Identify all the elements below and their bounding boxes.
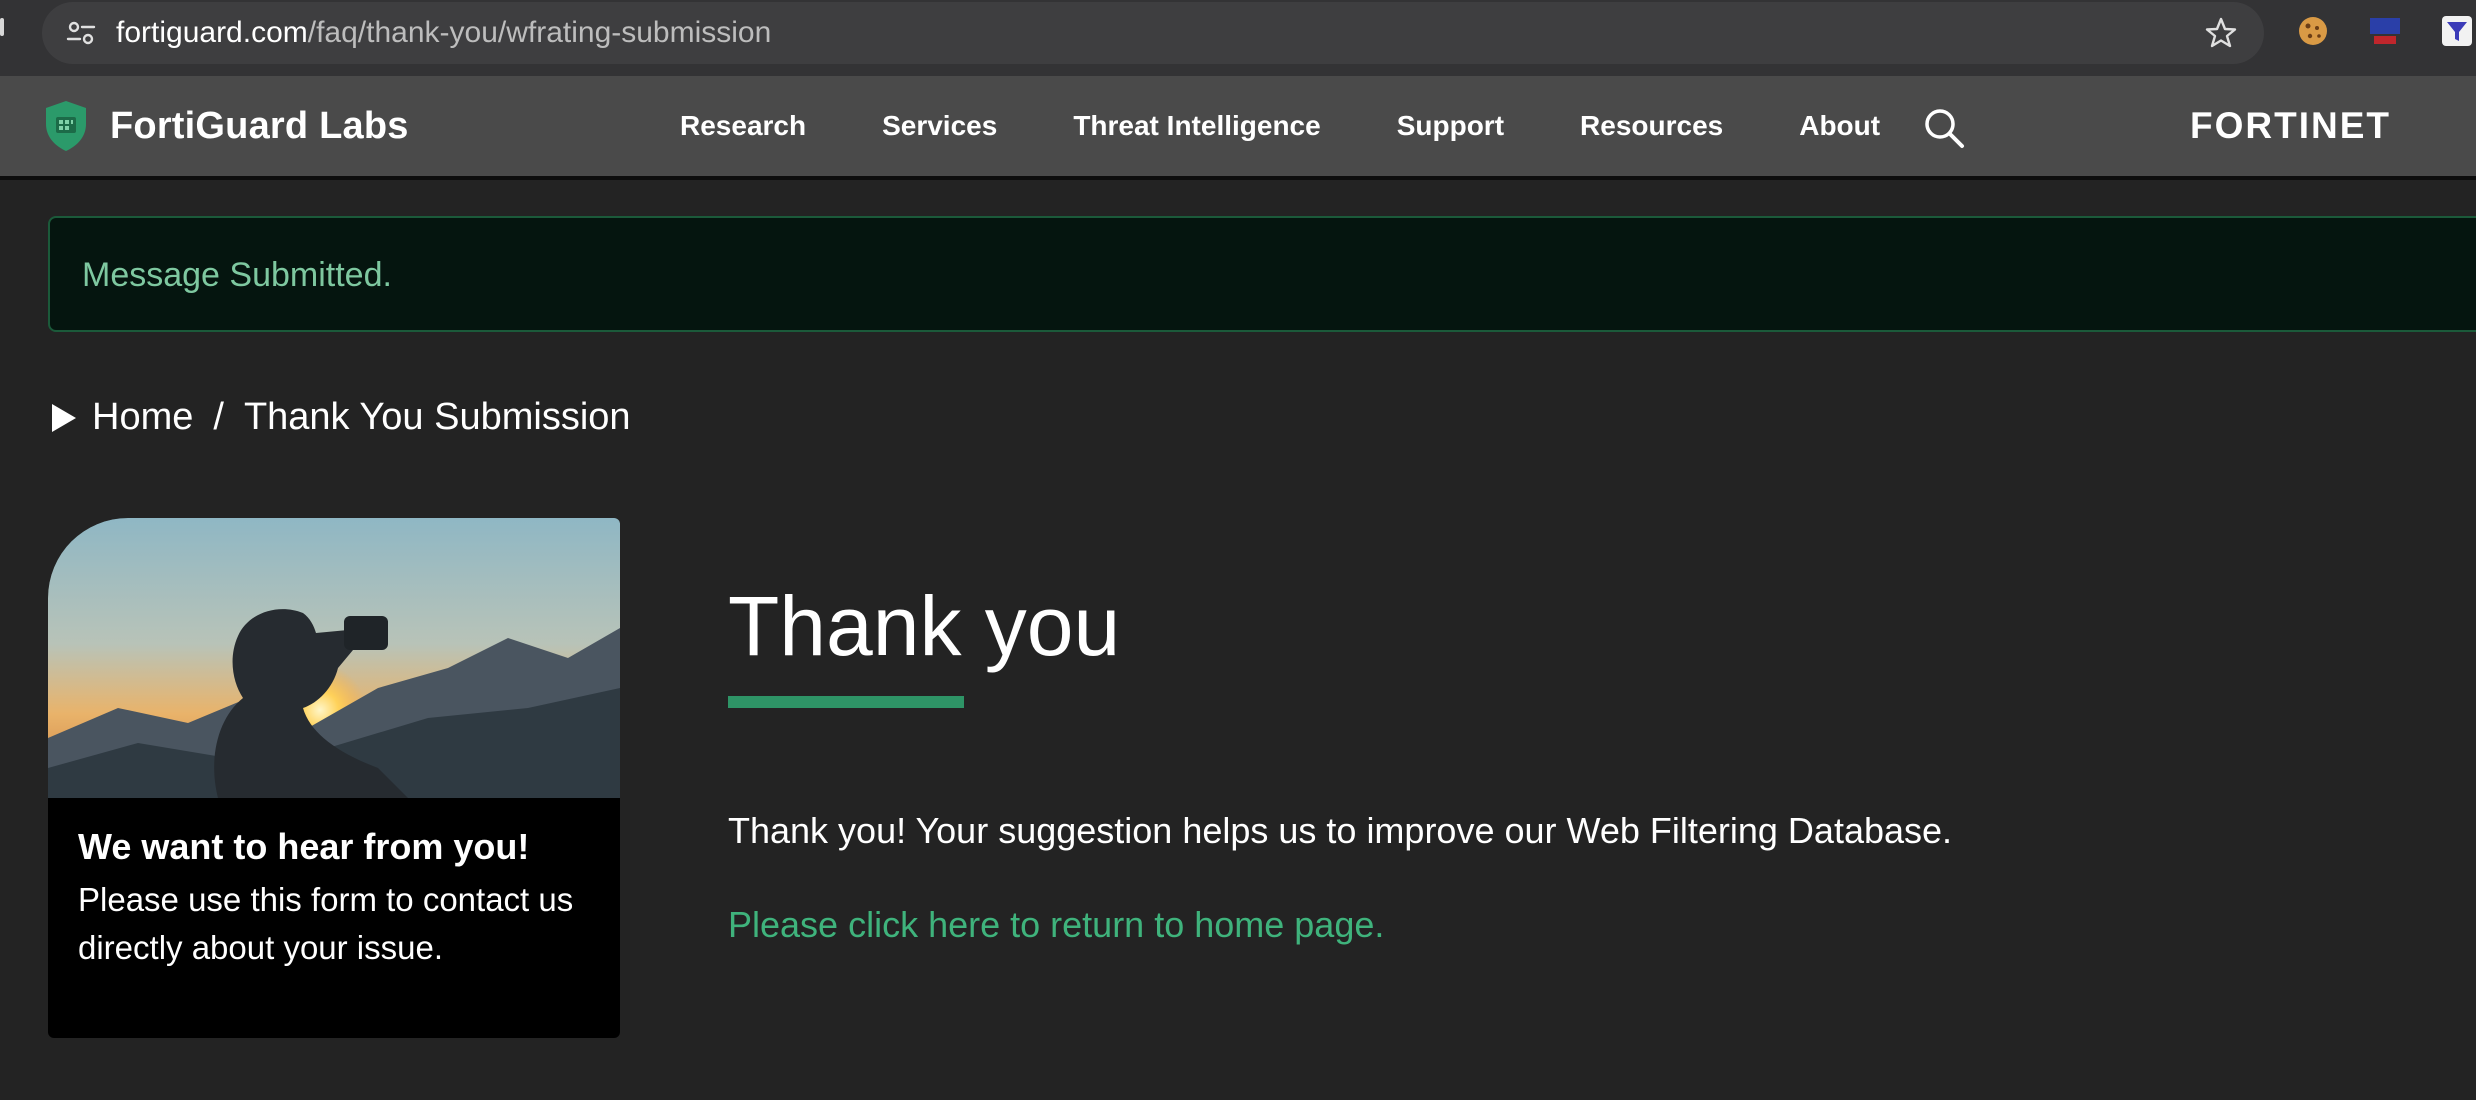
thank-you-message: Thank you! Your suggestion helps us to i…	[728, 810, 1953, 851]
card-hero-image	[48, 518, 620, 798]
nav-threat-intelligence[interactable]: Threat Intelligence	[1073, 110, 1320, 142]
brand-link[interactable]: FortiGuard Labs	[44, 100, 409, 152]
search-icon[interactable]	[1922, 106, 1966, 150]
shield-icon	[46, 101, 86, 151]
breadcrumb-home[interactable]: Home	[92, 396, 193, 439]
star-icon[interactable]	[2204, 16, 2238, 50]
card-title: We want to hear from you!	[78, 826, 530, 867]
url-path: /faq/thank-you/wfrating-submission	[307, 16, 772, 49]
success-alert: Message Submitted.	[48, 216, 2476, 332]
play-icon	[52, 403, 76, 432]
card-body: Please use this form to contact us direc…	[78, 881, 574, 966]
site-header: FortiGuard Labs Research Services Threat…	[0, 76, 2476, 180]
nav-services[interactable]: Services	[882, 110, 997, 142]
return-home-link[interactable]: Please click here to return to home page…	[728, 904, 1384, 946]
alert-message: Message Submitted.	[82, 256, 392, 294]
cookie-extension-icon[interactable]	[2296, 14, 2330, 48]
fortinet-logo-text: FORTINET	[2190, 108, 2391, 144]
tab-edge	[0, 18, 4, 36]
nav-resources[interactable]: Resources	[1580, 110, 1723, 142]
address-bar[interactable]: fortiguard.com/faq/thank-you/wfrating-su…	[42, 2, 2264, 64]
breadcrumb-current: Thank You Submission	[243, 396, 631, 438]
url-host: fortiguard.com	[116, 16, 308, 49]
contact-card[interactable]: We want to hear from you! Please use thi…	[48, 518, 620, 1038]
lnv-extension-icon[interactable]	[2368, 14, 2402, 48]
browser-toolbar: fortiguard.com/faq/thank-you/wfrating-su…	[0, 0, 2476, 76]
main-nav: Research Services Threat Intelligence Su…	[680, 76, 1956, 176]
nav-support[interactable]: Support	[1397, 110, 1504, 142]
filter-extension-icon[interactable]	[2440, 14, 2474, 48]
nav-about[interactable]: About	[1799, 110, 1880, 142]
breadcrumb-separator: /	[213, 396, 224, 438]
nav-research[interactable]: Research	[680, 110, 806, 142]
fortinet-logo[interactable]: FORTINET	[2190, 108, 2450, 144]
title-underline	[728, 696, 964, 708]
page-title: Thank you	[728, 579, 1121, 673]
breadcrumb: Home / Thank You Submission	[50, 396, 631, 439]
tune-icon[interactable]	[64, 16, 98, 50]
url-text[interactable]: fortiguard.com/faq/thank-you/wfrating-su…	[116, 16, 771, 50]
brand-name: FortiGuard Labs	[110, 104, 409, 147]
